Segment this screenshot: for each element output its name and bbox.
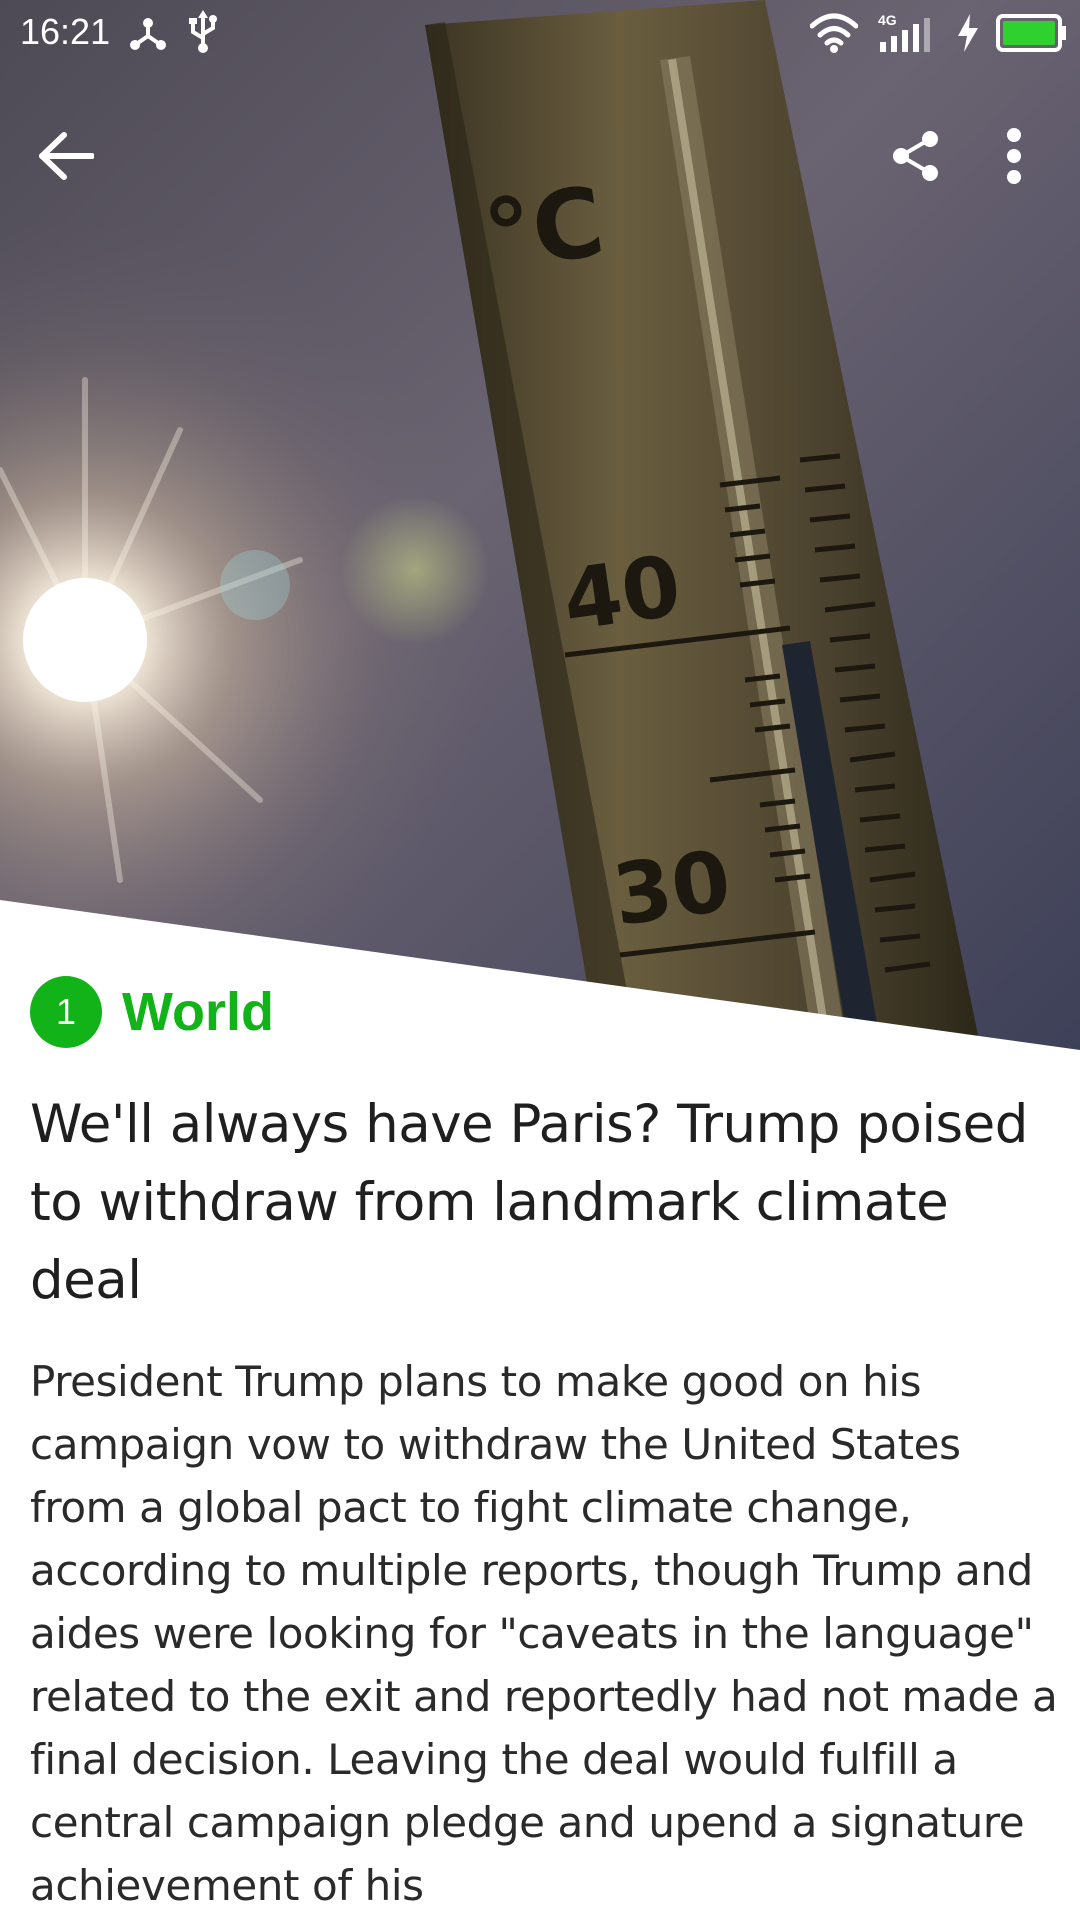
share-button[interactable] bbox=[868, 108, 964, 204]
article-screen: °C 40 30 16:21 4G 1 World We'll always h… bbox=[0, 0, 1080, 1920]
share-hub-icon bbox=[130, 18, 166, 50]
scale-label-40: 40 bbox=[557, 536, 686, 649]
battery-icon bbox=[996, 14, 1066, 52]
article-headline: We'll always have Paris? Trump poised to… bbox=[30, 1094, 1028, 1311]
category-label: World bbox=[122, 982, 274, 1042]
article-body: President Trump plans to make good on hi… bbox=[30, 1357, 1058, 1910]
category-row[interactable]: 1 World bbox=[30, 975, 274, 1049]
charging-icon bbox=[958, 14, 978, 52]
status-bar: 16:21 4G bbox=[0, 0, 1080, 66]
usb-icon bbox=[189, 10, 217, 53]
more-options-button[interactable] bbox=[966, 108, 1062, 204]
wifi-icon bbox=[810, 13, 858, 53]
rank-badge: 1 bbox=[30, 976, 102, 1048]
share-icon bbox=[893, 131, 938, 181]
thermometer-unit-label: °C bbox=[478, 165, 611, 292]
back-button[interactable] bbox=[18, 108, 114, 204]
more-vertical-icon bbox=[1007, 128, 1021, 184]
arrow-left-icon bbox=[39, 132, 94, 180]
cellular-signal-icon bbox=[880, 18, 930, 52]
status-time: 16:21 bbox=[20, 11, 111, 52]
scale-label-30: 30 bbox=[607, 831, 736, 944]
